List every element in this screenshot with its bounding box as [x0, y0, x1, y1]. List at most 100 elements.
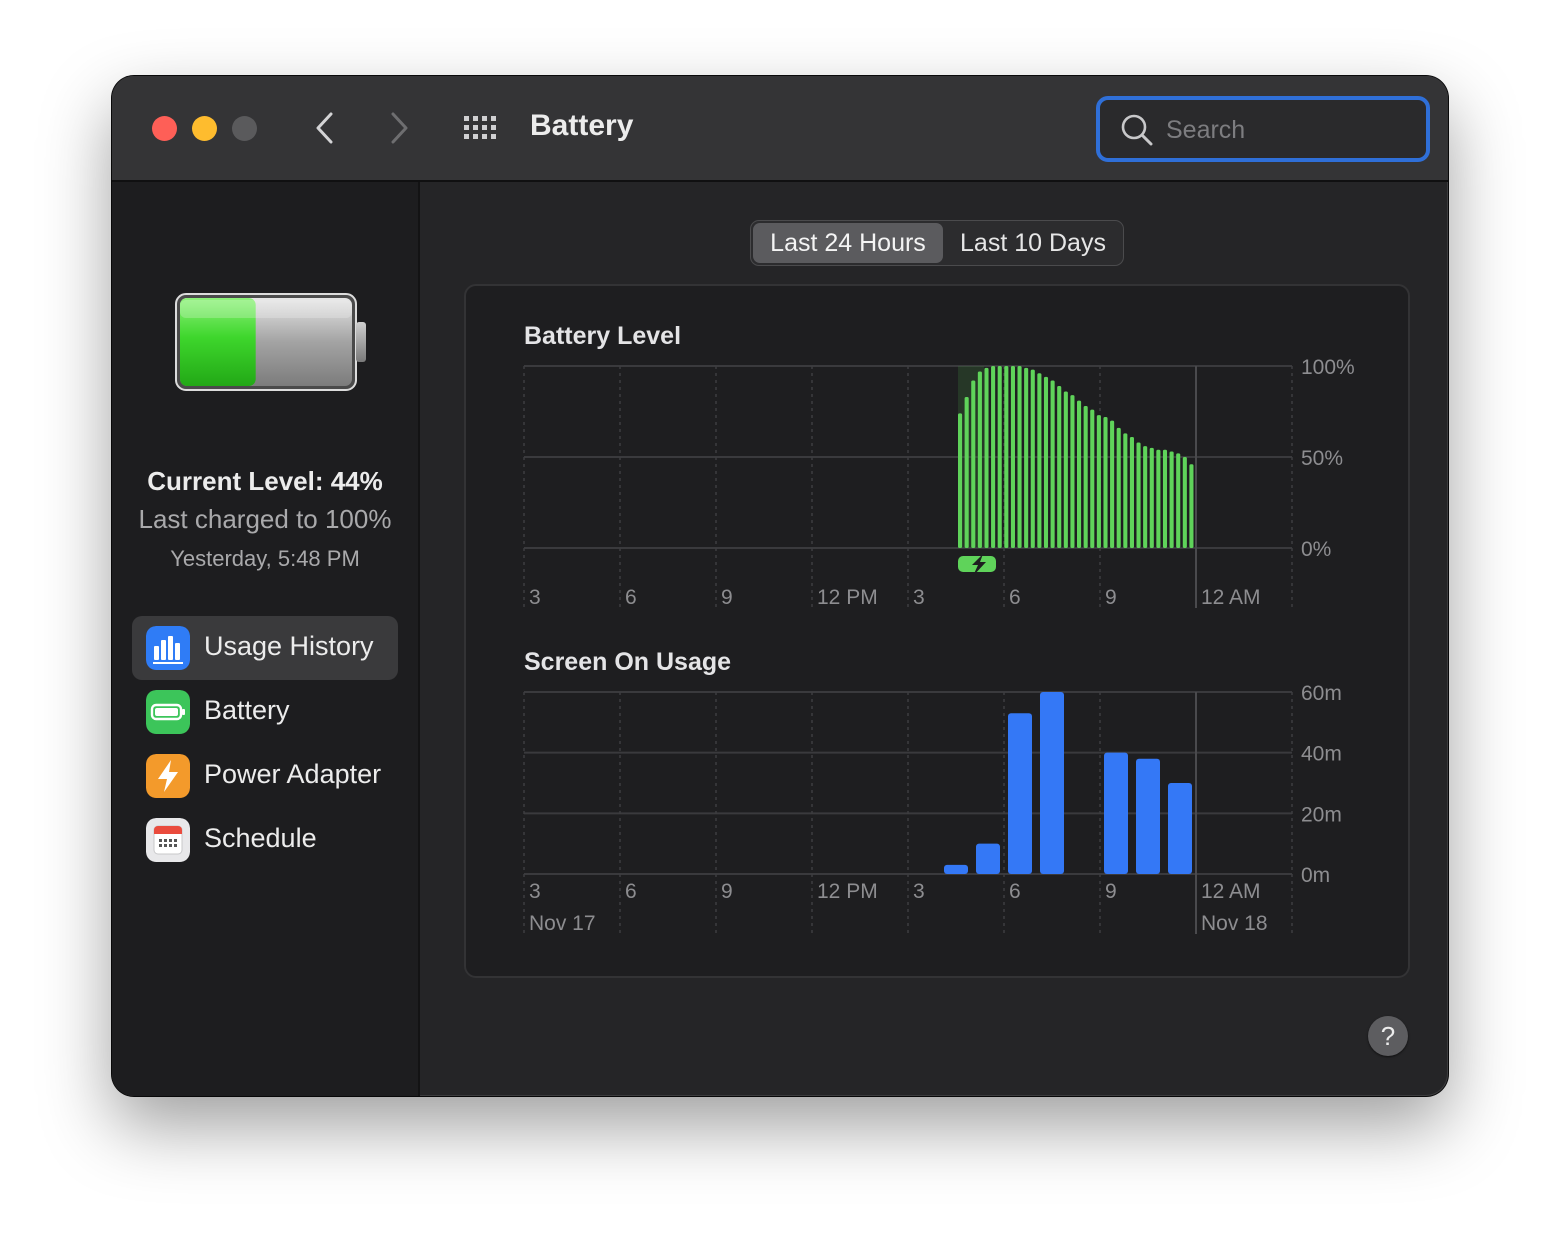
search-icon [1121, 114, 1153, 146]
calendar-icon [146, 818, 190, 862]
chevron-left-icon [316, 112, 333, 144]
battery-level-bar [1143, 446, 1148, 548]
battery-level-bar [1149, 447, 1154, 548]
battery-level-bar [977, 371, 982, 548]
battery-level-bar [964, 396, 969, 548]
battery-level-bar [984, 367, 989, 548]
battery-level-bar [1090, 409, 1095, 548]
battery-level-bar [1103, 416, 1108, 548]
sidebar-item-power-adapter[interactable]: Power Adapter [132, 744, 398, 808]
screen-usage-bar [1168, 783, 1192, 874]
chevron-right-icon [391, 112, 408, 144]
system-preferences-window: Battery Search Current Level: 44% Last c… [112, 76, 1448, 1096]
x-tick-label: 9 [721, 880, 733, 903]
y-tick-label: 60m [1301, 682, 1342, 705]
x-tick-label: 12 PM [817, 586, 878, 609]
battery-level-bar [1116, 427, 1121, 548]
y-tick-label: 50% [1301, 447, 1343, 470]
screen-usage-bar [976, 843, 1000, 874]
battery-level-bar [997, 366, 1002, 548]
battery-level-bar [1169, 451, 1174, 548]
x-tick-label: 6 [625, 880, 637, 903]
time-range-segmented-control: Last 24 Hours Last 10 Days [750, 220, 1124, 266]
zoom-window-button[interactable] [232, 116, 257, 141]
y-tick-label: 40m [1301, 743, 1342, 766]
battery-level-bar [971, 380, 976, 548]
date-label: Nov 18 [1201, 912, 1268, 935]
x-tick-label: 9 [721, 586, 733, 609]
y-tick-label: 100% [1301, 356, 1355, 379]
last-charged-time: Yesterday, 5:48 PM [170, 546, 360, 571]
battery-level-bar [1010, 366, 1015, 548]
segment-last-10-days[interactable]: Last 10 Days [945, 221, 1121, 265]
date-label: Nov 17 [529, 912, 596, 935]
battery-level-bar [1030, 369, 1035, 548]
help-button[interactable]: ? [1368, 1016, 1408, 1056]
battery-level-bar [1043, 376, 1049, 548]
search-field[interactable]: Search [1096, 96, 1430, 162]
battery-level-bar [1176, 453, 1181, 548]
battery-icon [146, 690, 190, 734]
battery-level-bar [1136, 442, 1141, 548]
search-placeholder: Search [1166, 116, 1246, 144]
battery-level-bar [958, 413, 963, 548]
screen-usage-bar [1136, 758, 1160, 874]
forward-button[interactable] [384, 110, 414, 146]
screen-usage-bar [944, 864, 968, 874]
sidebar-item-label: Usage History [204, 631, 374, 661]
back-button[interactable] [310, 110, 340, 146]
x-tick-label: 6 [625, 586, 637, 609]
x-tick-label: 9 [1105, 586, 1117, 609]
battery-level-bar [1070, 395, 1075, 548]
y-tick-label: 0% [1301, 538, 1331, 561]
x-tick-label: 3 [913, 586, 925, 609]
battery-level-bar [991, 366, 996, 548]
battery-level-bar [1182, 457, 1187, 548]
screen-usage-bar [1104, 752, 1128, 874]
bar-chart-icon [146, 626, 190, 670]
y-tick-label: 0m [1301, 864, 1330, 887]
battery-level-bar [1050, 380, 1055, 548]
show-all-button[interactable] [462, 112, 502, 144]
battery-level-bar [1189, 464, 1194, 548]
lightning-icon [146, 754, 190, 798]
sidebar: Current Level: 44% Last charged to 100% … [112, 182, 420, 1096]
battery-level-bar [1110, 420, 1115, 548]
sidebar-item-usage-history[interactable]: Usage History [132, 616, 398, 680]
close-window-button[interactable] [152, 116, 177, 141]
battery-level-bar [1123, 433, 1128, 548]
screen-usage-bar [1040, 692, 1064, 874]
grid-icon [464, 116, 496, 139]
sidebar-item-label: Power Adapter [204, 759, 382, 789]
battery-level-bar [1156, 449, 1161, 548]
battery-level-bar [1162, 449, 1168, 548]
x-tick-label: 6 [1009, 586, 1021, 609]
last-charged-text: Last charged to 100% [138, 504, 392, 534]
battery-level-bar [1004, 366, 1009, 548]
battery-level-bar [1063, 391, 1068, 548]
x-tick-label: 12 PM [817, 880, 878, 903]
x-tick-label: 6 [1009, 880, 1021, 903]
sidebar-item-schedule[interactable]: Schedule [132, 808, 398, 872]
x-tick-label: 12 AM [1201, 586, 1261, 609]
x-tick-label: 3 [529, 586, 541, 609]
segment-last-24-hours[interactable]: Last 24 Hours [753, 223, 943, 263]
battery-level-bar [1096, 415, 1101, 548]
usage-history-panel: Battery Level Screen On Usage 3 6 9 12 PM 3 6… [464, 284, 1410, 978]
title-bar: Battery Search [112, 76, 1448, 182]
battery-level-bar [1129, 436, 1134, 548]
sidebar-item-label: Battery [204, 695, 290, 725]
sidebar-item-battery[interactable]: Battery [132, 680, 398, 744]
charts-canvas: 3 6 9 12 PM 3 6 9 12 AM 100% 50% 0% 3 6 9 12 PM 3 6 9 12 A… [523, 356, 1355, 935]
y-tick-label: 20m [1301, 803, 1342, 826]
x-tick-label: 3 [529, 880, 541, 903]
battery-level-bar [1057, 386, 1062, 548]
minimize-window-button[interactable] [192, 116, 217, 141]
battery-level-bar [1037, 373, 1042, 548]
sidebar-item-label: Schedule [204, 823, 317, 853]
battery-level-bar [1077, 400, 1082, 548]
battery-level-bar [1024, 367, 1029, 548]
window-title: Battery [530, 109, 634, 142]
battery-level-bar [1083, 406, 1088, 548]
x-tick-label: 3 [913, 880, 925, 903]
